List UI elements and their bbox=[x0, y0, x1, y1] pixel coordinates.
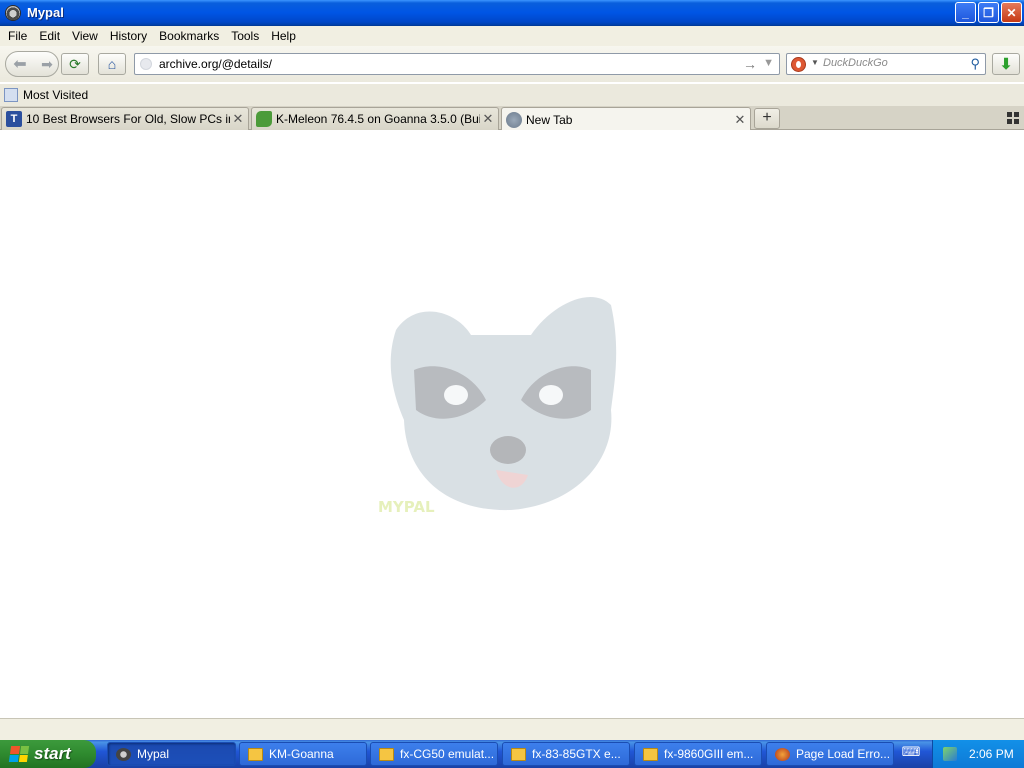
taskbar-item-mypal[interactable]: Mypal bbox=[107, 742, 236, 766]
menu-file[interactable]: File bbox=[2, 29, 33, 43]
clock[interactable]: 2:06 PM bbox=[969, 747, 1014, 761]
tab-kmeleon[interactable]: K-Meleon 76.4.5 on Goanna 3.5.0 (Build .… bbox=[251, 107, 499, 130]
tv-site-icon: T bbox=[6, 111, 22, 127]
arrow-left-icon: ⬅ bbox=[13, 56, 27, 73]
forward-button[interactable]: ➡ bbox=[35, 52, 59, 76]
folder-icon bbox=[643, 747, 658, 761]
site-identity-icon[interactable] bbox=[140, 58, 152, 70]
url-bar[interactable]: → ▼ bbox=[134, 53, 780, 75]
go-arrow-icon[interactable]: → bbox=[743, 56, 757, 72]
navigation-toolbar: ⬅ ➡ ⟳ ⌂ → ▼ ▼ ⚲ ⬇ bbox=[0, 46, 1024, 82]
tab-best-browsers[interactable]: T 10 Best Browsers For Old, Slow PCs in … bbox=[1, 107, 249, 130]
taskbar-item-km-goanna[interactable]: KM-Goanna bbox=[239, 742, 367, 766]
title-bar[interactable]: Mypal _ ❐ ✕ bbox=[0, 0, 1024, 26]
back-button[interactable]: ⬅ bbox=[6, 52, 34, 76]
home-button[interactable]: ⌂ bbox=[98, 53, 126, 75]
close-tab-icon[interactable]: ✕ bbox=[480, 111, 496, 127]
windows-taskbar: start Mypal KM-Goanna fx-CG50 emulat... … bbox=[0, 740, 1024, 768]
tab-title: 10 Best Browsers For Old, Slow PCs in 20… bbox=[26, 112, 230, 126]
mypal-raccoon-logo bbox=[390, 296, 617, 511]
plus-icon: + bbox=[762, 109, 772, 126]
reload-button[interactable]: ⟳ bbox=[61, 53, 89, 75]
mypal-logo-text: MYPAL bbox=[378, 498, 435, 516]
menu-help[interactable]: Help bbox=[265, 29, 302, 43]
close-tab-icon[interactable]: ✕ bbox=[732, 112, 748, 128]
folder-icon bbox=[379, 747, 394, 761]
window-title: Mypal bbox=[27, 5, 64, 20]
kmeleon-icon bbox=[256, 111, 272, 127]
close-window-button[interactable]: ✕ bbox=[1001, 2, 1022, 23]
url-dropdown-icon[interactable]: ▼ bbox=[763, 57, 774, 69]
taskbar-item-fx-cg50[interactable]: fx-CG50 emulat... bbox=[370, 742, 498, 766]
folder-icon bbox=[248, 747, 263, 761]
downloads-button[interactable]: ⬇ bbox=[992, 53, 1020, 75]
tab-title: K-Meleon 76.4.5 on Goanna 3.5.0 (Build .… bbox=[276, 112, 480, 126]
most-visited-bookmark[interactable]: Most Visited bbox=[23, 88, 88, 102]
menu-edit[interactable]: Edit bbox=[33, 29, 66, 43]
tab-title: New Tab bbox=[526, 112, 573, 127]
status-bar bbox=[0, 718, 1024, 740]
tab-strip: T 10 Best Browsers For Old, Slow PCs in … bbox=[0, 106, 1024, 131]
page-content[interactable]: MYPAL bbox=[0, 130, 1024, 718]
menu-view[interactable]: View bbox=[66, 29, 104, 43]
minimize-button[interactable]: _ bbox=[955, 2, 976, 23]
mypal-app-icon bbox=[116, 747, 131, 761]
taskbar-item-page-load-error[interactable]: Page Load Erro... bbox=[766, 742, 894, 766]
menu-bar: File Edit View History Bookmarks Tools H… bbox=[0, 26, 1024, 46]
restore-button[interactable]: ❐ bbox=[978, 2, 999, 23]
system-tray: 2:06 PM bbox=[932, 740, 1024, 768]
arrow-right-icon: ➡ bbox=[41, 55, 53, 72]
most-visited-icon bbox=[4, 88, 18, 102]
duckduckgo-icon[interactable] bbox=[791, 57, 806, 72]
list-all-tabs-button[interactable] bbox=[1007, 112, 1019, 124]
new-tab-button[interactable]: + bbox=[754, 108, 780, 129]
search-icon[interactable]: ⚲ bbox=[970, 56, 980, 72]
reload-icon: ⟳ bbox=[69, 55, 81, 72]
keyboard-icon[interactable]: ⌨ bbox=[900, 744, 922, 764]
download-arrow-icon: ⬇ bbox=[999, 56, 1013, 73]
taskbar-item-fx-9860giii[interactable]: fx-9860GIII em... bbox=[634, 742, 762, 766]
tab-new-tab[interactable]: New Tab ✕ bbox=[501, 107, 751, 131]
menu-history[interactable]: History bbox=[104, 29, 153, 43]
folder-icon bbox=[511, 747, 526, 761]
menu-tools[interactable]: Tools bbox=[225, 29, 265, 43]
url-input[interactable] bbox=[159, 57, 739, 71]
start-button[interactable]: start bbox=[0, 740, 96, 768]
home-icon: ⌂ bbox=[107, 56, 117, 72]
window-controls: _ ❐ ✕ bbox=[955, 2, 1022, 23]
chevron-down-icon[interactable]: ▼ bbox=[811, 58, 819, 67]
bookmarks-toolbar: Most Visited bbox=[0, 84, 1024, 106]
network-tray-icon[interactable] bbox=[943, 747, 957, 761]
windows-flag-icon bbox=[8, 746, 30, 762]
menu-bookmarks[interactable]: Bookmarks bbox=[153, 29, 225, 43]
search-bar[interactable]: ▼ ⚲ bbox=[786, 53, 986, 75]
globe-icon bbox=[506, 111, 522, 128]
search-input[interactable] bbox=[823, 57, 963, 69]
back-forward-group: ⬅ ➡ bbox=[5, 51, 59, 77]
taskbar-item-fx-83-85gtx[interactable]: fx-83-85GTX e... bbox=[502, 742, 630, 766]
close-tab-icon[interactable]: ✕ bbox=[230, 111, 246, 127]
browser-app-icon bbox=[775, 747, 790, 761]
mypal-app-icon[interactable] bbox=[5, 4, 21, 21]
